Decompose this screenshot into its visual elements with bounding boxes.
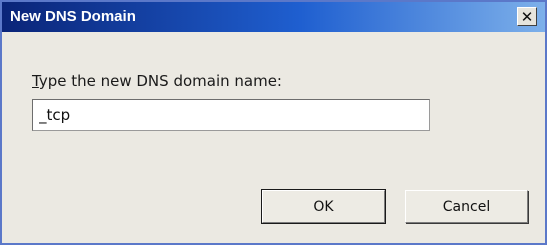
window-title: New DNS Domain: [10, 8, 136, 25]
ok-button[interactable]: OK: [261, 189, 386, 224]
new-dns-domain-dialog: New DNS Domain ✕ Type the new DNS domain…: [0, 0, 547, 245]
label-text: ype the new DNS domain name:: [38, 72, 282, 90]
domain-name-input[interactable]: [32, 99, 430, 131]
label-accelerator: T: [32, 72, 39, 90]
close-icon: ✕: [520, 7, 534, 26]
cancel-button[interactable]: Cancel: [405, 190, 528, 223]
title-bar[interactable]: New DNS Domain ✕: [2, 2, 545, 32]
close-button[interactable]: ✕: [517, 7, 537, 26]
domain-name-label: Type the new DNS domain name:: [32, 72, 282, 90]
